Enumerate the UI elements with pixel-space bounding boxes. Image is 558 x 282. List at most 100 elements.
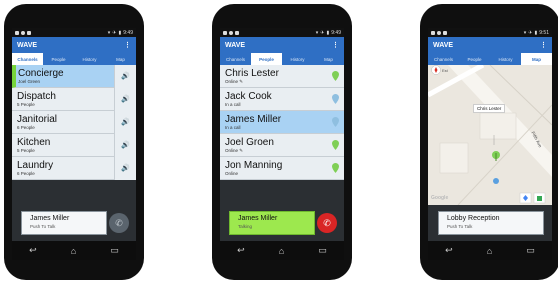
notification-icon xyxy=(443,30,447,35)
channel-sub: 5 People xyxy=(17,147,35,153)
speaker-icon[interactable]: 🔊 xyxy=(114,156,136,180)
location-pin-icon[interactable] xyxy=(326,71,344,81)
tab-bar: Channels People History Map xyxy=(428,53,552,65)
person-name: Jack Cook xyxy=(225,90,272,102)
channel-row-concierge[interactable]: Concierge Joel Green 🔊 xyxy=(12,64,136,88)
overflow-menu-icon[interactable]: ⋮ xyxy=(124,41,131,49)
channel-sub: Joel Green xyxy=(18,78,41,84)
map-callout[interactable]: Chris Lester xyxy=(473,104,506,113)
back-icon[interactable]: ↩ xyxy=(29,245,37,256)
overflow-menu-icon[interactable]: ⋮ xyxy=(332,41,339,49)
notification-icon xyxy=(437,30,441,35)
push-to-talk-button[interactable]: James Miller Talking xyxy=(229,211,315,235)
recents-icon[interactable]: ▭ xyxy=(318,245,327,256)
app-title: WAVE xyxy=(433,41,454,49)
airplane-icon: ✈ xyxy=(528,29,533,36)
app-bar: WAVE ⋮ xyxy=(12,37,136,53)
person-status: Online ✎ xyxy=(225,147,244,153)
nav-bar: ↩ ⌂ ▭ xyxy=(428,241,552,260)
recents-icon[interactable]: ▭ xyxy=(110,245,119,256)
back-icon[interactable]: ↩ xyxy=(445,245,453,256)
channel-row-dispatch[interactable]: Dispatch 5 People 🔊 xyxy=(12,87,136,111)
speaker-icon[interactable]: 🔊 xyxy=(114,64,136,88)
channel-sub: 6 People xyxy=(17,170,35,176)
tab-people[interactable]: People xyxy=(459,53,490,65)
ptt-target-name: Lobby Reception xyxy=(447,215,500,222)
app-title: WAVE xyxy=(17,41,38,49)
push-to-talk-button[interactable]: Lobby Reception Push To Talk xyxy=(438,211,544,235)
channel-row-laundry[interactable]: Laundry 6 People 🔊 xyxy=(12,156,136,180)
ptt-state: Push To Talk xyxy=(447,224,473,229)
person-name: Chris Lester xyxy=(225,67,279,79)
map-view[interactable]: Est Chris Lester Fifth Ave Google xyxy=(428,65,552,205)
location-pin-icon[interactable] xyxy=(326,117,344,127)
channel-sub: 6 People xyxy=(17,124,35,130)
notification-icon xyxy=(229,30,233,35)
ptt-state: Talking xyxy=(238,224,253,229)
nav-bar: ↩ ⌂ ▭ xyxy=(12,241,136,260)
screen-channels: ▾ ✈ ▮ 9:49 WAVE ⋮ Channels People History M… xyxy=(12,28,136,260)
tab-history[interactable]: History xyxy=(490,53,521,65)
push-to-talk-button[interactable]: James Miller Push To Talk xyxy=(21,211,107,235)
home-icon[interactable]: ⌂ xyxy=(487,246,492,256)
person-name: Jon Manning xyxy=(225,159,283,171)
battery-icon: ▮ xyxy=(118,29,122,36)
person-row-chris-lester[interactable]: Chris Lester Online ✎ xyxy=(220,65,344,88)
person-row-jon-manning[interactable]: Jon Manning Online xyxy=(220,157,344,180)
speaker-icon[interactable]: 🔊 xyxy=(114,133,136,157)
battery-icon: ▮ xyxy=(326,29,330,36)
compass-label: Est xyxy=(442,68,448,73)
tab-history[interactable]: History xyxy=(282,53,313,65)
tab-channels[interactable]: Channels xyxy=(220,53,251,65)
speaker-icon[interactable]: 🔊 xyxy=(114,110,136,134)
notification-icon xyxy=(223,30,227,35)
person-status: Online ✎ xyxy=(225,78,244,84)
channel-row-kitchen[interactable]: Kitchen 5 People 🔊 xyxy=(12,133,136,157)
person-row-james-miller[interactable]: James Miller In a call xyxy=(220,111,344,134)
phone-channels: ▾ ✈ ▮ 9:49 WAVE ⋮ Channels People History M… xyxy=(4,4,144,280)
tab-map[interactable]: Map xyxy=(105,53,136,65)
location-pin-icon[interactable] xyxy=(326,140,344,150)
tab-channels[interactable]: Channels xyxy=(12,53,43,65)
tab-history[interactable]: History xyxy=(74,53,105,65)
tab-map[interactable]: Map xyxy=(313,53,344,65)
app-bar: WAVE ⋮ xyxy=(220,37,344,53)
person-row-joel-groen[interactable]: Joel Groen Online ✎ xyxy=(220,134,344,157)
end-call-button[interactable]: ✆ xyxy=(109,213,129,233)
status-time: 9:49 xyxy=(123,29,133,36)
person-status: In a call xyxy=(225,124,241,130)
ptt-panel: Lobby Reception Push To Talk xyxy=(428,205,552,241)
channel-name: Dispatch xyxy=(17,90,56,102)
home-icon[interactable]: ⌂ xyxy=(71,246,76,256)
battery-icon: ▮ xyxy=(534,29,538,36)
notification-icon xyxy=(15,30,19,35)
tab-map[interactable]: Map xyxy=(521,53,552,65)
ptt-panel: James Miller Talking ✆ xyxy=(220,205,344,241)
channel-list: Concierge Joel Green 🔊 Dispatch 5 People 🔊… xyxy=(12,64,136,180)
overflow-menu-icon[interactable]: ⋮ xyxy=(540,41,547,49)
channel-name: Janitorial xyxy=(17,113,58,125)
end-call-button[interactable]: ✆ xyxy=(317,213,337,233)
person-status: Online xyxy=(225,170,239,176)
home-icon[interactable]: ⌂ xyxy=(279,246,284,256)
airplane-icon: ✈ xyxy=(320,29,325,36)
person-name: Joel Groen xyxy=(225,136,274,148)
notification-icon xyxy=(431,30,435,35)
speaker-icon[interactable]: 🔊 xyxy=(114,87,136,111)
nav-bar: ↩ ⌂ ▭ xyxy=(220,241,344,260)
back-icon[interactable]: ↩ xyxy=(237,245,245,256)
people-list: Chris Lester Online ✎ Jack Cook In a call … xyxy=(220,65,344,180)
notification-icon xyxy=(235,30,239,35)
location-pin-icon[interactable] xyxy=(326,163,344,173)
person-name: James Miller xyxy=(225,113,282,125)
status-bar: ▾ ✈ ▮ 9:49 xyxy=(220,28,344,37)
channel-sub: 5 People xyxy=(17,101,35,107)
channel-row-janitorial[interactable]: Janitorial 6 People 🔊 xyxy=(12,110,136,134)
person-row-jack-cook[interactable]: Jack Cook In a call xyxy=(220,88,344,111)
location-pin-icon[interactable] xyxy=(326,94,344,104)
tab-channels[interactable]: Channels xyxy=(428,53,459,65)
tab-people[interactable]: People xyxy=(43,53,74,65)
status-time: 9:51 xyxy=(539,29,549,36)
recents-icon[interactable]: ▭ xyxy=(526,245,535,256)
tab-people[interactable]: People xyxy=(251,53,282,65)
